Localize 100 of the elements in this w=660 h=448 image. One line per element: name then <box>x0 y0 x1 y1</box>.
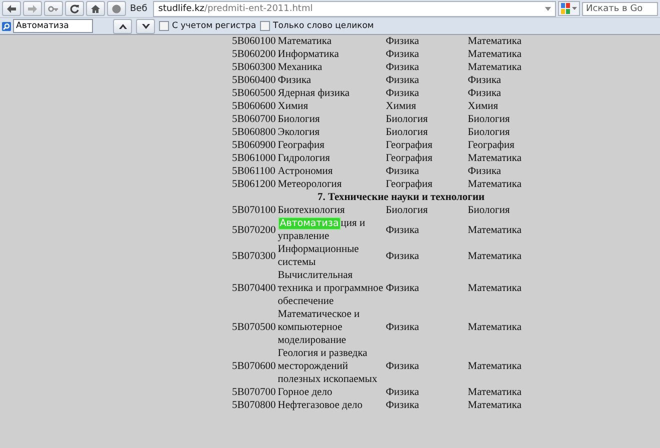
table-cell: 5B060400 <box>231 74 277 87</box>
table-cell-text: Математика <box>466 178 523 191</box>
search-engine-button[interactable] <box>558 1 580 16</box>
table-cell-text: Математика <box>466 35 523 48</box>
table-cell-text: Физика <box>384 48 420 61</box>
table-cell-text: Физика <box>384 74 420 87</box>
table-cell: 5B070800 <box>231 399 277 412</box>
search-field[interactable]: Искать в Go <box>582 2 658 16</box>
table-cell-text: География <box>384 152 434 165</box>
table-cell: 5B061200 <box>231 178 277 191</box>
table-cell-text: Математика <box>466 61 523 74</box>
address-field[interactable]: studlife.kz/predmiti-ent-2011.html <box>153 0 556 16</box>
table-cell-text: Гидрология <box>276 152 332 165</box>
table-cell-text: Ядерная физика <box>276 87 351 100</box>
table-cell-text: Физика <box>384 360 420 374</box>
table-cell: 5B060300 <box>231 61 277 74</box>
table-cell-text: 5B070400 <box>231 282 277 296</box>
find-match-highlight: Автоматиза <box>278 217 341 230</box>
back-button[interactable] <box>2 1 21 16</box>
table-cell-text: 5B061100 <box>231 165 276 178</box>
table-cell-text: Биотехнология <box>276 204 346 217</box>
table-cell-text: Биология <box>466 204 511 217</box>
table-cell-text: Метеорология <box>276 178 343 191</box>
table-cell-text: Автоматиза ция и управление <box>276 217 366 243</box>
home-button[interactable] <box>86 1 105 16</box>
table-cell: 5B060600 <box>231 100 277 113</box>
caret-down-icon <box>142 24 150 28</box>
table-cell-text: Механика <box>276 61 324 74</box>
table-cell-text: Математика <box>466 152 523 165</box>
house-icon <box>90 4 101 14</box>
table-cell-text: Биология <box>466 113 511 126</box>
table-cell-text: Физика <box>384 321 420 335</box>
table-cell-text: Математика <box>466 386 523 399</box>
web-label: Веб <box>129 4 148 14</box>
table-cell-text: Химия <box>276 100 310 113</box>
table-cell-text: География <box>276 139 326 152</box>
table-cell-text: Математика <box>466 48 523 61</box>
table-cell-text: Биология <box>384 113 429 126</box>
table-cell-text: Физика <box>466 74 502 87</box>
table-cell-text: Математика <box>276 35 333 48</box>
squares-icon <box>561 3 571 14</box>
table-cell-text: Физика <box>384 165 420 178</box>
table-cell-text: Горное дело <box>276 386 334 399</box>
find-previous-button[interactable] <box>113 18 132 34</box>
table-cell-text: Физика <box>384 87 420 100</box>
table-cell-text: Математика <box>466 360 523 374</box>
table-cell-text: Физика <box>466 87 502 100</box>
find-field[interactable]: Автоматиза <box>13 19 93 33</box>
table-cell-text: Математика <box>466 250 523 264</box>
key-icon <box>48 4 59 14</box>
table-cell-text: Физика <box>276 74 312 87</box>
arrow-right-icon <box>27 4 38 14</box>
caret-down-icon <box>572 7 577 10</box>
table-cell: 5B060800 <box>231 126 277 139</box>
dropdown-icon <box>545 6 551 10</box>
table-cell-text: Математика <box>466 399 523 412</box>
table-cell: 5B070700 <box>231 386 277 399</box>
reload-icon <box>69 4 80 14</box>
find-next-button[interactable] <box>136 18 155 34</box>
caret-up-icon <box>118 24 126 28</box>
table-cell-text: 5B070500 <box>231 321 277 335</box>
search-icon <box>2 22 11 30</box>
table-cell-text: Экология <box>276 126 321 139</box>
table-cell-text: Биология <box>384 126 429 139</box>
arrow-left-icon <box>6 4 17 14</box>
table-cell: 5B060500 <box>231 87 277 100</box>
table-cell-text: Математика <box>466 282 523 296</box>
table-cell-text: География <box>384 178 434 191</box>
table-cell-text: 5B070200 <box>231 224 277 238</box>
table-cell-text: Астрономия <box>276 165 334 178</box>
table-cell-text: Математическое и компьютерное моделирование <box>276 308 361 347</box>
table-cell-text: Химия <box>384 100 418 113</box>
reload-button[interactable] <box>65 1 84 16</box>
table-cell-text: Физика <box>384 386 420 399</box>
table-cell-text: Физика <box>384 250 420 264</box>
table-cell-text: Математика <box>466 321 523 335</box>
table-cell: 5B060700 <box>231 113 277 126</box>
find-option-checkbox[interactable]: Только слово целиком <box>260 21 374 31</box>
table-cell: 5B060100 <box>231 35 277 48</box>
table-cell: 5B061000 <box>231 152 277 165</box>
table-cell-text: Физика <box>384 61 420 74</box>
table-cell-text: 5B070300 <box>231 250 277 264</box>
table-cell-text: Физика <box>466 165 502 178</box>
find-option-checkbox[interactable]: С учетом регистра <box>159 21 256 31</box>
table-cell-text: Биология <box>276 113 321 126</box>
table-cell-text: Биология <box>384 204 429 217</box>
table-cell-text: География <box>384 139 434 152</box>
table-cell-text: Физика <box>384 35 420 48</box>
section-heading: 7. Технические науки и технологии <box>316 191 486 204</box>
table-cell-text: Геология и разведка месторождений полезных ископаемых <box>276 347 378 386</box>
table-cell: 5B060900 <box>231 139 277 152</box>
table-cell-text: Математика <box>466 224 523 238</box>
table-cell-text: География <box>466 139 516 152</box>
table-cell-text: Физика <box>384 282 420 296</box>
table-cell-text: Физика <box>384 224 420 238</box>
table-cell-text: Вычислительная техника и программное обеспечение <box>276 269 384 308</box>
table-cell-text: Информационные системы <box>276 243 360 269</box>
table-cell: 5B070100 <box>231 204 277 217</box>
table-cell-text: Химия <box>466 100 500 113</box>
table-cell-text: Нефтегазовое дело <box>276 399 364 412</box>
